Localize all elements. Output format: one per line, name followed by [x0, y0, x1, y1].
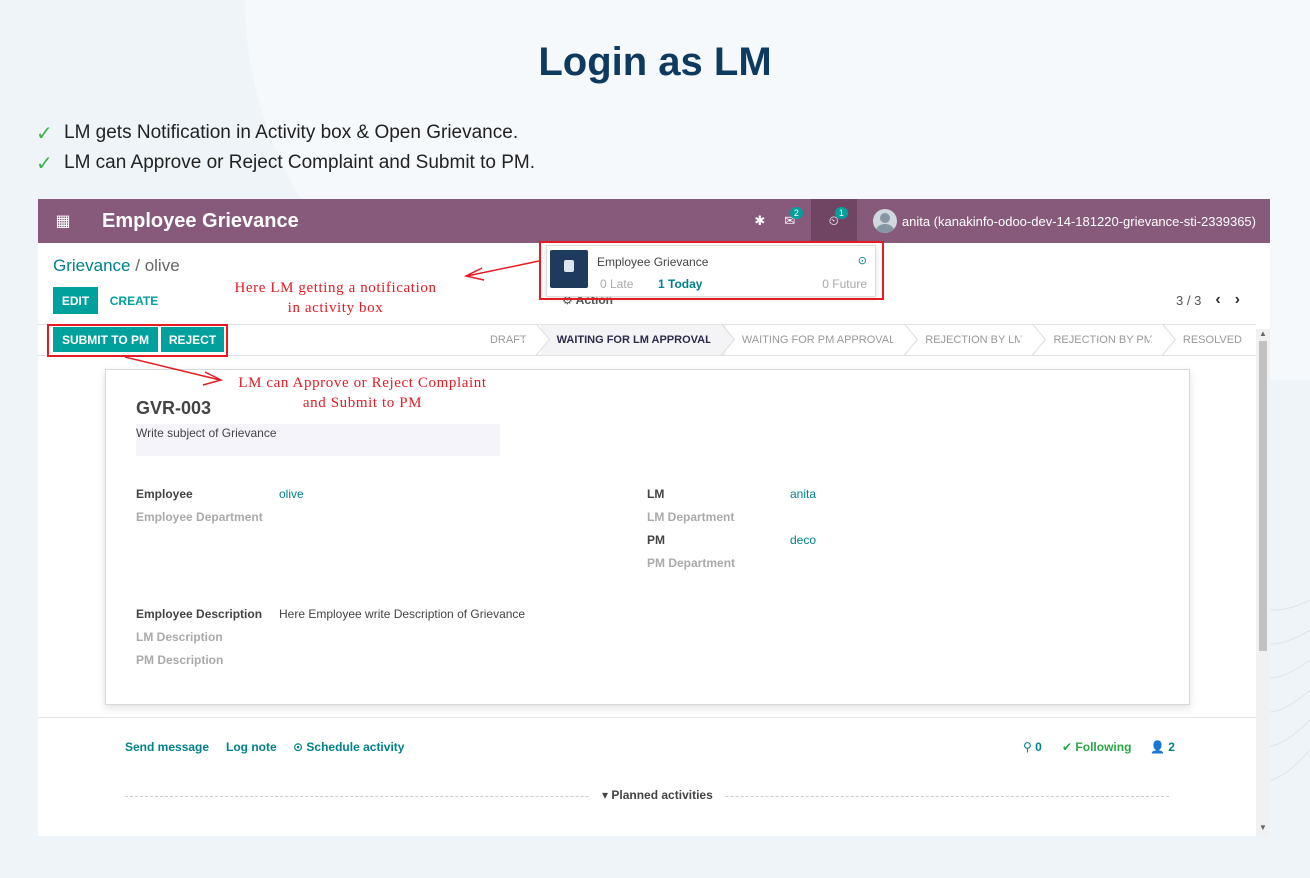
bullet-text: LM gets Notification in Activity box & O… [64, 122, 519, 143]
stage-draft[interactable]: DRAFT [473, 325, 541, 355]
employee-value[interactable]: olive [279, 487, 304, 501]
followers-count: 2 [1168, 740, 1175, 754]
clock-icon: ⊙ [293, 740, 304, 754]
schedule-activity-button[interactable]: ⊙ Schedule activity [293, 740, 404, 754]
stage-waiting-pm[interactable]: WAITING FOR PM APPROVAL [725, 325, 910, 355]
breadcrumb-parent[interactable]: Grievance [53, 256, 130, 275]
approve-annotation-line2: and Submit to PM [302, 395, 423, 411]
pm-description-label: PM Description [136, 653, 224, 667]
stage-resolved[interactable]: RESOLVED [1166, 325, 1256, 355]
apps-menu-icon[interactable]: ▦ [40, 211, 86, 231]
pager-value: 3 / 3 [1176, 292, 1202, 308]
messages-badge: 2 [789, 207, 803, 219]
breadcrumb-current: olive [144, 256, 180, 275]
attachments-button[interactable]: ⚲ 0 [1023, 740, 1042, 754]
schedule-activity-label: Schedule activity [306, 740, 405, 754]
grievance-app-icon [550, 250, 588, 288]
edit-button[interactable]: EDIT [53, 287, 98, 314]
create-button[interactable]: CREATE [104, 287, 164, 314]
breadcrumb-separator: / [135, 256, 140, 275]
paperclip-icon: ⚲ [1023, 740, 1032, 754]
grievance-reference: GVR-003 [136, 398, 212, 418]
activity-menu-button[interactable]: ⏲ 1 [810, 199, 857, 243]
chatter: Send message Log note ⊙ Schedule activit… [38, 717, 1256, 836]
employee-label: Employee [136, 487, 193, 501]
pm-label: PM [647, 533, 665, 547]
slide-title: Login as LM [538, 40, 772, 84]
bullet-item: ✓ LM can Approve or Reject Complaint and… [36, 148, 535, 178]
scroll-down-icon[interactable]: ▼ [1259, 823, 1267, 832]
pm-department-label: PM Department [647, 556, 736, 570]
chevron-left-icon[interactable]: ‹ [1215, 291, 1220, 309]
check-icon: ✔ [1062, 740, 1073, 754]
lm-label: LM [647, 487, 665, 501]
approve-annotation-line1: LM can Approve or Reject Complaint [238, 375, 487, 391]
user-menu[interactable]: anita (kanakinfo-odoo-dev-14-181220-grie… [872, 209, 1256, 233]
scrollbar-thumb[interactable] [1259, 341, 1267, 651]
subject-field[interactable]: Write subject of Grievance [136, 424, 500, 456]
bullet-list: ✓ LM gets Notification in Activity box &… [36, 118, 535, 178]
notification-future[interactable]: 0 Future [822, 277, 867, 291]
stage-pipeline: DRAFT WAITING FOR LM APPROVAL WAITING FO… [473, 325, 1256, 355]
planned-activities-divider: ▾ Planned activities [125, 788, 1169, 802]
pm-value[interactable]: deco [790, 533, 816, 547]
check-icon: ✓ [36, 122, 53, 145]
lm-value[interactable]: anita [790, 487, 816, 501]
stage-rejection-pm[interactable]: REJECTION BY PM [1037, 325, 1167, 355]
log-note-button[interactable]: Log note [226, 740, 277, 754]
chevron-right-icon[interactable]: › [1235, 291, 1240, 309]
stage-waiting-lm[interactable]: WAITING FOR LM APPROVAL [540, 325, 726, 355]
messaging-icon[interactable]: ✉ 2 [775, 207, 805, 229]
debug-icon[interactable]: ✱ [745, 213, 775, 229]
user-name: anita (kanakinfo-odoo-dev-14-181220-grie… [901, 213, 1256, 229]
top-navbar: ▦ Employee Grievance ✱ ✉ 2 ⏲ 1 anita (kan… [38, 199, 1270, 243]
form-sheet: GVR-003 Write subject of Grievance Emplo… [105, 369, 1190, 705]
submit-to-pm-button[interactable]: SUBMIT TO PM [53, 327, 158, 352]
clock-icon[interactable]: ⊙ [858, 254, 867, 267]
following-button[interactable]: ✔ Following [1062, 740, 1131, 754]
scroll-up-icon[interactable]: ▲ [1259, 329, 1267, 338]
navbar-systray: ✱ ✉ 2 ⏲ 1 anita (kanakinfo-odoo-dev-14-18… [745, 199, 1270, 243]
employee-department-label: Employee Department [136, 510, 263, 524]
notification-title: Employee Grievance [597, 255, 709, 269]
following-label: Following [1075, 740, 1132, 754]
notification-annotation-line2: in activity box [287, 300, 384, 316]
notification-today[interactable]: 1 Today [658, 277, 702, 291]
planned-activities-toggle[interactable]: ▾ Planned activities [590, 788, 725, 802]
planned-activities-label: Planned activities [611, 788, 713, 802]
activity-notification-popup[interactable]: Employee Grievance ⊙ 0 Late 1 Today 0 Fu… [546, 245, 876, 297]
scrollbar[interactable]: ▲ ▼ [1256, 329, 1270, 836]
caret-down-icon: ▾ [602, 788, 609, 802]
status-bar: SUBMIT TO PM REJECT DRAFT WAITING FOR LM… [38, 324, 1256, 356]
avatar [872, 209, 897, 233]
attachments-count: 0 [1035, 740, 1042, 754]
approve-annotation: LM can Approve or Reject Complaint and S… [220, 373, 505, 413]
pager: 3 / 3 ‹ › [1176, 291, 1240, 309]
notification-late[interactable]: 0 Late [600, 277, 633, 291]
bullet-text: LM can Approve or Reject Complaint and S… [64, 152, 536, 173]
followers-button[interactable]: 👤 2 [1150, 740, 1175, 754]
activity-badge: 1 [834, 207, 848, 219]
stage-rejection-lm[interactable]: REJECTION BY LM [909, 325, 1038, 355]
notification-annotation-line1: Here LM getting a notification [234, 280, 437, 296]
bullet-item: ✓ LM gets Notification in Activity box &… [36, 118, 535, 148]
employee-description-label: Employee Description [136, 607, 263, 621]
user-icon: 👤 [1150, 740, 1165, 754]
check-icon: ✓ [36, 152, 53, 175]
lm-description-label: LM Description [136, 630, 223, 644]
breadcrumb: Grievance / olive [53, 256, 180, 276]
employee-description-value: Here Employee write Description of Griev… [279, 607, 526, 621]
send-message-button[interactable]: Send message [125, 740, 209, 754]
app-title: Employee Grievance [102, 209, 299, 232]
reject-button[interactable]: REJECT [161, 327, 224, 352]
lm-department-label: LM Department [647, 510, 735, 524]
notification-annotation: Here LM getting a notification in activi… [213, 278, 458, 318]
